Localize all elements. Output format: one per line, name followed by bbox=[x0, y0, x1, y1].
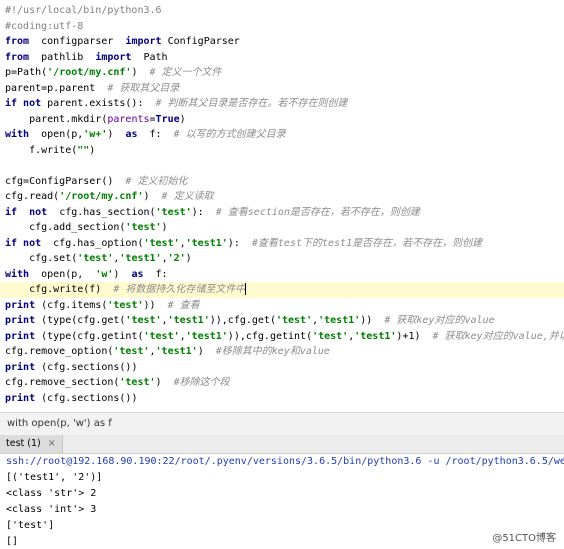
code-line: cfg.remove_option('test','test1') #移除其中的… bbox=[5, 346, 330, 357]
code-line: cfg.add_section('test') bbox=[5, 222, 168, 233]
watermark: @51CTO博客 bbox=[492, 533, 556, 544]
code-line: print (type(cfg.get('test','test1')),cfg… bbox=[5, 315, 495, 326]
code-line: from pathlib import Path bbox=[5, 51, 168, 63]
tab-run-test[interactable]: test (1) × bbox=[0, 435, 63, 453]
code-line-current: cfg.write(f) # 将数据持久化存储至文件中 bbox=[0, 282, 564, 298]
code-line: cfg.remove_section('test') #移除这个段 bbox=[5, 377, 230, 388]
code-line: cfg.read('/root/my.cnf') # 定义读取 bbox=[5, 191, 214, 202]
code-line: print (type(cfg.getint('test','test1')),… bbox=[5, 330, 564, 342]
code-line: print (cfg.sections()) bbox=[5, 361, 138, 373]
code-line: with open(p, 'w') as f: bbox=[5, 268, 168, 280]
breadcrumb-bar[interactable]: with open(p, 'w') as f bbox=[0, 412, 564, 436]
code-line: cfg=ConfigParser() # 定义初始化 bbox=[5, 175, 188, 187]
code-line: #!/usr/local/bin/python3.6 bbox=[5, 5, 162, 16]
console-output-line: <class 'int'> 3 bbox=[6, 504, 97, 515]
code-line: #coding:utf-8 bbox=[5, 20, 84, 32]
code-line: with open(p,'w+') as f: # 以写的方式创建父目录 bbox=[5, 129, 286, 140]
breadcrumb[interactable]: with open(p, 'w') as f bbox=[0, 418, 112, 429]
console-output-line: [] bbox=[6, 536, 19, 547]
code-line: parent.mkdir(parents=True) bbox=[5, 113, 186, 125]
code-line: f.write("") bbox=[5, 144, 96, 156]
code-line: cfg.set('test','test1','2') bbox=[5, 253, 192, 264]
tab-label: test (1) bbox=[6, 438, 41, 449]
console-output-line: ['test'] bbox=[6, 520, 55, 531]
code-line: if not cfg.has_section('test'): # 查看sect… bbox=[5, 206, 420, 218]
code-line: parent=p.parent # 获取其父目录 bbox=[5, 82, 180, 94]
run-tool-window-tabs: test (1) × bbox=[0, 435, 564, 454]
code-line: print (cfg.sections()) bbox=[5, 392, 138, 404]
text-caret bbox=[245, 283, 247, 295]
code-line: if not parent.exists(): # 判断其父目录是否存在。若不存… bbox=[5, 98, 348, 109]
console-output-line: <class 'str'> 2 bbox=[6, 488, 97, 499]
console-command-line: ssh://root@192.168.90.190:22/root/.pyenv… bbox=[6, 456, 564, 467]
close-icon[interactable]: × bbox=[48, 438, 56, 449]
code-line: if not cfg.has_option('test','test1'): #… bbox=[5, 237, 483, 249]
code-line: p=Path('/root/my.cnf') # 定义一个文件 bbox=[5, 67, 222, 78]
code-editor[interactable]: #!/usr/local/bin/python3.6 #coding:utf-8… bbox=[0, 0, 564, 412]
run-console-output[interactable]: ssh://root@192.168.90.190:22/root/.pyenv… bbox=[0, 454, 564, 549]
code-line: print (cfg.items('test')) # 查看 bbox=[5, 299, 200, 311]
code-line: from configparser import ConfigParser bbox=[5, 36, 240, 47]
console-output-line: [('test1', '2')] bbox=[6, 472, 103, 483]
